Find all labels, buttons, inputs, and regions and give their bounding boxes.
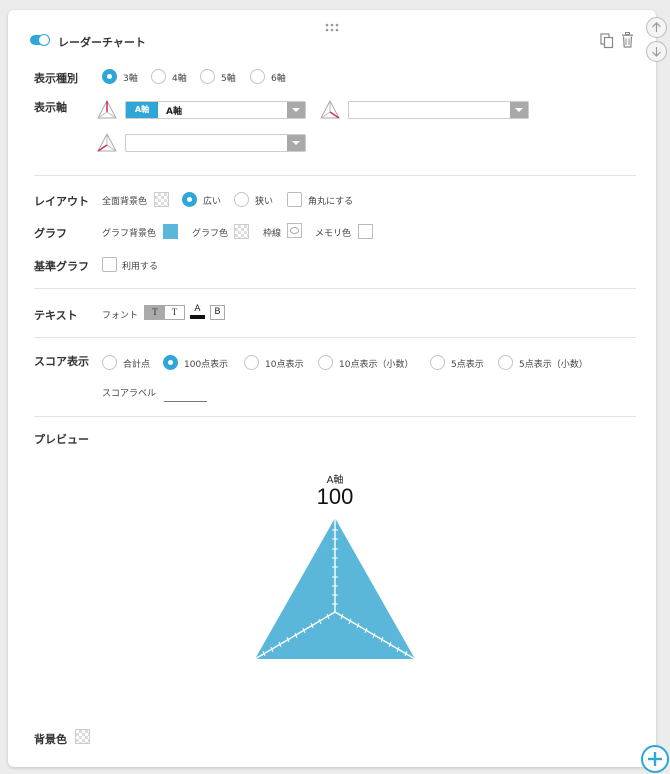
radio-score-5-decimal[interactable] <box>498 355 513 370</box>
border-style-preview <box>290 227 299 234</box>
chevron-down-icon <box>287 135 305 151</box>
radio-score-10-label: 10点表示 <box>265 360 304 370</box>
font-color-bar <box>190 315 205 319</box>
base-graph-label: 基準グラフ <box>34 260 89 273</box>
background-color-label: 背景色 <box>34 733 67 746</box>
radar-chart-preview <box>254 518 416 660</box>
axis-select-1[interactable]: A軸 A軸 <box>125 101 306 119</box>
font-color-button[interactable]: A <box>190 304 205 319</box>
use-base-graph-checkbox[interactable] <box>102 257 117 272</box>
preview-label: プレビュー <box>34 433 89 446</box>
radio-6-axis[interactable] <box>250 69 265 84</box>
radio-3-axis[interactable] <box>102 69 117 84</box>
radio-score-5-decimal-label: 5点表示（小数） <box>519 360 588 370</box>
radio-score-10-decimal[interactable] <box>318 355 333 370</box>
radio-6-axis-label: 6軸 <box>271 74 286 84</box>
axis-triangle-icon <box>320 99 340 119</box>
graph-label: グラフ <box>34 227 67 240</box>
full-bg-color-swatch[interactable] <box>154 192 169 207</box>
font-style-group: T T <box>144 305 185 320</box>
card-title: レーダーチャート <box>58 36 146 49</box>
axis-select-2[interactable] <box>348 101 529 119</box>
axis-triangle-icon <box>97 132 117 152</box>
copy-icon[interactable] <box>600 33 614 49</box>
divider <box>34 288 636 289</box>
radio-5-axis[interactable] <box>200 69 215 84</box>
score-label-input[interactable] <box>164 386 207 402</box>
radio-score-5-label: 5点表示 <box>451 360 484 370</box>
display-type-label: 表示種別 <box>34 72 78 85</box>
add-icon <box>648 752 662 766</box>
toggle-knob <box>38 34 50 46</box>
background-color-swatch[interactable] <box>75 729 90 744</box>
border-style-swatch[interactable] <box>287 223 302 238</box>
font-label: フォント <box>102 311 139 321</box>
radio-layout-wide-label: 広い <box>203 197 222 207</box>
axis-select-1-value: A軸 <box>166 107 182 117</box>
axis-tag-1: A軸 <box>126 102 158 118</box>
font-style-button-1[interactable]: T <box>145 306 165 319</box>
radio-4-axis[interactable] <box>151 69 166 84</box>
graph-color-label: グラフ色 <box>192 229 229 239</box>
radar-chart-card: レーダーチャート 表示種別 3軸 4軸 5軸 6軸 表示軸 A軸 A軸 レイアウ… <box>8 10 656 767</box>
move-down-button[interactable] <box>646 41 667 62</box>
trash-icon[interactable] <box>621 32 634 48</box>
rounded-corners-checkbox[interactable] <box>287 192 302 207</box>
graph-bg-color-label: グラフ背景色 <box>102 229 157 239</box>
text-label: テキスト <box>34 309 78 322</box>
radio-score-total-label: 合計点 <box>123 360 151 370</box>
radio-layout-wide[interactable] <box>182 192 197 207</box>
divider <box>34 175 636 176</box>
arrow-down-icon <box>652 47 661 57</box>
radio-layout-narrow[interactable] <box>234 192 249 207</box>
radio-score-total[interactable] <box>102 355 117 370</box>
graph-color-swatch[interactable] <box>234 224 249 239</box>
add-block-button[interactable] <box>641 745 669 773</box>
drag-handle-icon[interactable] <box>325 23 339 33</box>
radio-score-5[interactable] <box>430 355 445 370</box>
radio-score-100[interactable] <box>163 355 178 370</box>
chevron-down-icon <box>510 102 528 118</box>
score-label-text: スコアラベル <box>102 389 157 399</box>
radio-layout-narrow-label: 狭い <box>255 197 274 207</box>
divider <box>34 337 636 338</box>
graph-bg-color-swatch[interactable] <box>163 224 178 239</box>
layout-label: レイアウト <box>34 195 89 208</box>
font-color-letter: A <box>194 304 201 314</box>
axis-select-3[interactable] <box>125 134 306 152</box>
radio-score-100-label: 100点表示 <box>184 360 229 370</box>
radio-score-10-decimal-label: 10点表示（小数） <box>339 360 414 370</box>
rounded-corners-label: 角丸にする <box>308 197 354 207</box>
radio-5-axis-label: 5軸 <box>221 74 236 84</box>
border-label: 枠線 <box>263 229 282 239</box>
bold-button[interactable]: B <box>210 305 225 320</box>
axis-triangle-icon <box>97 99 117 119</box>
radio-4-axis-label: 4軸 <box>172 74 187 84</box>
score-display-label: スコア表示 <box>34 355 89 368</box>
chevron-down-icon <box>287 102 305 118</box>
radio-3-axis-label: 3軸 <box>123 74 138 84</box>
font-style-button-2[interactable]: T <box>165 306 184 319</box>
tick-color-label: メモリ色 <box>315 229 352 239</box>
full-bg-color-label: 全面背景色 <box>102 197 148 207</box>
use-base-graph-label: 利用する <box>122 262 159 272</box>
arrow-up-icon <box>652 22 661 32</box>
radio-score-10[interactable] <box>244 355 259 370</box>
move-up-button[interactable] <box>646 17 667 38</box>
divider <box>34 416 636 417</box>
preview-score: 100 <box>316 484 354 509</box>
tick-color-swatch[interactable] <box>358 224 373 239</box>
enable-toggle[interactable] <box>30 34 50 46</box>
display-axes-label: 表示軸 <box>34 101 67 114</box>
